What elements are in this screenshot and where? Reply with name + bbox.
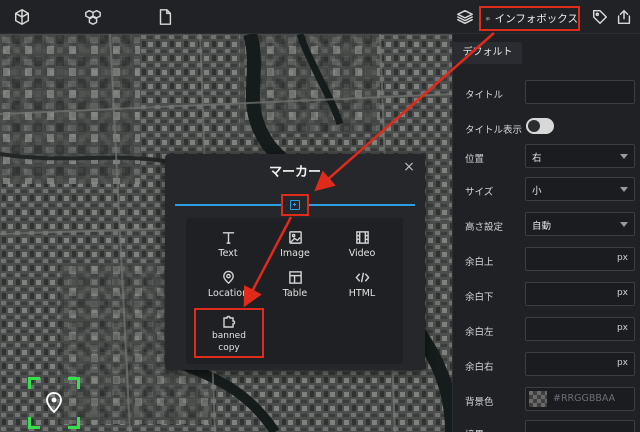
tab-default[interactable]: デフォルト (453, 42, 522, 64)
puzzle-icon (223, 315, 236, 328)
title-input[interactable] (525, 80, 635, 104)
infobox-panel: デフォルト タイトル タイトル表示 位置 右 サイズ 小 高さ設定 自動 余白上… (452, 34, 640, 432)
chevron-down-icon (620, 222, 628, 227)
color-placeholder: #RRGGBBAA (553, 393, 616, 404)
infobox-icon (486, 16, 490, 21)
location-icon (222, 270, 234, 285)
block-table[interactable]: Table (262, 270, 328, 310)
show-title-label: タイトル表示 (465, 125, 523, 136)
unit-label: px (616, 253, 628, 263)
background-color-input[interactable]: #RRGGBBAA (525, 387, 635, 411)
chevron-down-icon (620, 187, 628, 192)
row-margin-bottom: 余白下 px (453, 282, 640, 308)
chevron-down-icon (620, 154, 628, 159)
height-label: 高さ設定 (465, 222, 504, 233)
selected-marker[interactable] (28, 377, 80, 429)
layers-icon[interactable] (455, 7, 475, 27)
selection-corner (28, 377, 40, 389)
unit-label: px (616, 358, 628, 368)
margin-right-label: 余白右 (465, 362, 494, 373)
position-select[interactable]: 右 (525, 144, 635, 168)
map-pin-icon (46, 392, 62, 414)
row-margin-top: 余白上 px (453, 247, 640, 273)
margin-top-input[interactable]: px (525, 247, 635, 271)
text-icon (222, 232, 234, 244)
block-label: Location (207, 288, 249, 299)
margin-left-label: 余白左 (465, 327, 494, 338)
position-label: 位置 (465, 154, 485, 165)
row-show-title: タイトル表示 (453, 115, 640, 141)
size-select[interactable]: 小 (525, 177, 635, 201)
block-label: copy (218, 343, 240, 353)
margin-right-input[interactable]: px (525, 352, 635, 376)
tag-icon[interactable] (590, 7, 610, 27)
dialog-title: マーカー (268, 165, 321, 180)
block-text[interactable]: Text (195, 230, 261, 270)
margin-bottom-label: 余白下 (465, 292, 494, 303)
block-video[interactable]: Video (329, 230, 395, 270)
block-location[interactable]: Location (195, 270, 261, 310)
margin-bottom-input[interactable]: px (525, 282, 635, 306)
block-label: banned (212, 331, 246, 341)
block-label: HTML (348, 288, 376, 299)
height-select[interactable]: 自動 (525, 212, 635, 236)
size-value: 小 (532, 186, 542, 197)
row-border: 境界 (453, 420, 640, 432)
border-input[interactable] (525, 420, 635, 432)
infobox-button[interactable]: インフォボックス (479, 6, 580, 31)
title-label: タイトル (465, 90, 504, 101)
selection-corner (28, 417, 40, 429)
margin-left-input[interactable]: px (525, 317, 635, 341)
block-label: Text (218, 248, 238, 259)
color-swatch (529, 391, 547, 407)
size-label: サイズ (465, 187, 494, 198)
row-background: 背景色 #RRGGBBAA (453, 387, 640, 413)
selection-corner (68, 377, 80, 389)
margin-top-label: 余白上 (465, 257, 494, 268)
add-block-button[interactable] (281, 194, 309, 216)
position-value: 右 (532, 153, 542, 164)
border-label: 境界 (465, 427, 484, 432)
block-banned-copy[interactable]: banned copy (194, 308, 264, 358)
row-size: サイズ 小 (453, 177, 640, 203)
panel-tabs: デフォルト (453, 34, 640, 64)
close-icon[interactable]: × (402, 160, 416, 174)
row-position: 位置 右 (453, 144, 640, 170)
row-height: 高さ設定 自動 (453, 212, 640, 238)
show-title-toggle[interactable] (526, 118, 554, 134)
cubes-icon[interactable] (83, 7, 103, 27)
block-image[interactable]: Image (262, 230, 328, 270)
cube-outline-icon[interactable] (12, 7, 32, 27)
block-label: Table (282, 288, 308, 299)
row-margin-right: 余白右 px (453, 352, 640, 378)
image-icon (288, 231, 302, 244)
code-icon (354, 272, 370, 283)
share-icon[interactable] (614, 7, 634, 27)
block-palette: Text Image Video Location Table HTML ban… (186, 218, 403, 364)
infobox-label: インフォボックス (494, 13, 578, 25)
document-icon[interactable] (155, 7, 175, 27)
unit-label: px (616, 288, 628, 298)
selection-corner (68, 417, 80, 429)
block-label: Video (348, 248, 376, 259)
unit-label: px (616, 323, 628, 333)
row-title: タイトル (453, 80, 640, 106)
table-icon (288, 271, 302, 284)
marker-dialog: マーカー × Text Image Video Location Table H… (165, 154, 425, 370)
block-html[interactable]: HTML (329, 270, 395, 310)
block-label: Image (280, 248, 310, 259)
top-toolbar: インフォボックス (0, 0, 640, 34)
height-value: 自動 (532, 221, 552, 232)
row-margin-left: 余白左 px (453, 317, 640, 343)
background-label: 背景色 (465, 397, 494, 408)
plus-icon (290, 200, 300, 210)
video-icon (355, 231, 369, 244)
